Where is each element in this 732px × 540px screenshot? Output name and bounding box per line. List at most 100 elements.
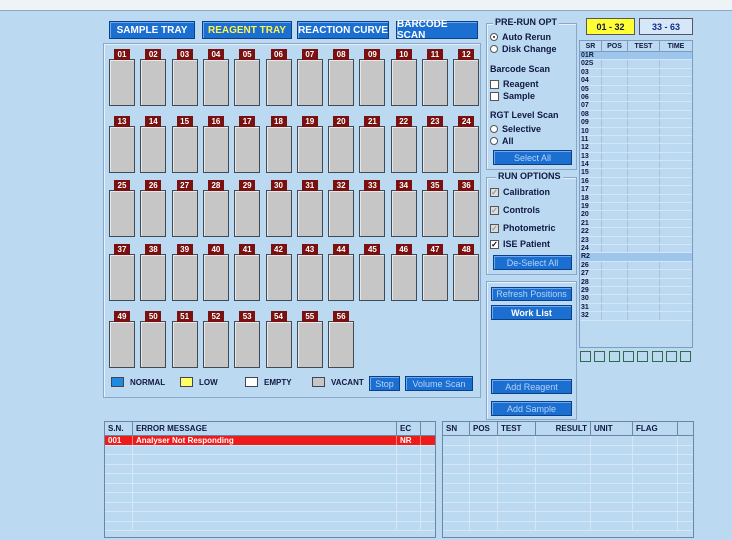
- reagent-bottle[interactable]: [422, 126, 448, 173]
- reagent-bottle[interactable]: [109, 126, 135, 173]
- reagent-bottle[interactable]: [453, 126, 480, 173]
- reagent-bottle[interactable]: [265, 126, 292, 173]
- sample-position-row[interactable]: 29: [580, 286, 692, 296]
- sample-position-row[interactable]: 03: [580, 68, 692, 78]
- reagent-bottle[interactable]: [265, 321, 292, 368]
- error-row[interactable]: 001 Analyser Not Responding NR: [105, 436, 435, 446]
- sample-position-row[interactable]: R2: [580, 253, 692, 262]
- calibration-option[interactable]: ✓ Calibration: [490, 187, 550, 197]
- reagent-bottle[interactable]: [202, 190, 229, 237]
- reagent-bottle[interactable]: [265, 254, 292, 301]
- sample-position-row[interactable]: 27: [580, 270, 692, 279]
- sample-position-row[interactable]: 13: [580, 152, 692, 162]
- reagent-bottle[interactable]: [328, 254, 355, 301]
- result-row[interactable]: [443, 483, 693, 493]
- error-row[interactable]: [105, 445, 435, 455]
- all-radio[interactable]: [490, 137, 498, 145]
- reagent-bottle[interactable]: [328, 59, 355, 106]
- sample-position-row[interactable]: 19: [580, 203, 692, 212]
- volume-scan-button[interactable]: Volume Scan: [405, 376, 473, 391]
- reagent-bottle[interactable]: [171, 59, 198, 106]
- range-tab-33-63[interactable]: 33 - 63: [639, 18, 693, 35]
- range-tab-01-32[interactable]: 01 - 32: [586, 18, 635, 35]
- sample-position-row[interactable]: 24: [580, 244, 692, 254]
- sample-position-row[interactable]: 01R: [580, 52, 692, 61]
- reagent-bottle[interactable]: [296, 254, 323, 301]
- reagent-bottle[interactable]: [453, 59, 480, 106]
- sample-position-row[interactable]: 21: [580, 219, 692, 229]
- reagent-bottle[interactable]: [234, 190, 261, 237]
- sample-position-row[interactable]: 20: [580, 211, 692, 220]
- sample-position-row[interactable]: 09: [580, 119, 692, 128]
- reagent-bottle[interactable]: [140, 254, 167, 301]
- reagent-bottle[interactable]: [202, 59, 229, 106]
- reagent-bottle[interactable]: [140, 190, 167, 237]
- reagent-bottle[interactable]: [359, 190, 386, 237]
- reagent-barcode-checkbox[interactable]: [490, 79, 499, 89]
- result-row[interactable]: [443, 445, 693, 455]
- result-row[interactable]: [443, 502, 693, 512]
- result-row[interactable]: [443, 436, 693, 446]
- error-row[interactable]: [105, 493, 435, 503]
- add-reagent-button[interactable]: Add Reagent: [491, 379, 572, 394]
- reagent-bottle[interactable]: [296, 59, 323, 106]
- sample-position-row[interactable]: 30: [580, 295, 692, 304]
- sample-position-row[interactable]: 22: [580, 228, 692, 237]
- reagent-bottle[interactable]: [296, 321, 323, 368]
- error-row[interactable]: [105, 512, 435, 522]
- selective-option[interactable]: Selective: [490, 124, 541, 134]
- work-list-button[interactable]: Work List: [491, 305, 572, 320]
- sample-position-row[interactable]: 11: [580, 135, 692, 145]
- ise-patient-checkbox[interactable]: ✓: [490, 239, 499, 249]
- reagent-bottle[interactable]: [234, 254, 261, 301]
- sample-position-row[interactable]: 28: [580, 278, 692, 287]
- reagent-bottle[interactable]: [422, 59, 448, 106]
- reagent-bottle[interactable]: [171, 254, 198, 301]
- reagent-barcode-option[interactable]: Reagent: [490, 79, 539, 89]
- result-row[interactable]: [443, 512, 693, 522]
- photometric-checkbox[interactable]: ✓: [490, 223, 499, 233]
- all-option[interactable]: All: [490, 136, 514, 146]
- reagent-bottle[interactable]: [171, 126, 198, 173]
- sample-barcode-option[interactable]: Sample: [490, 91, 535, 101]
- add-sample-button[interactable]: Add Sample: [491, 401, 572, 416]
- result-row[interactable]: [443, 521, 693, 531]
- reagent-bottle[interactable]: [328, 126, 355, 173]
- reagent-bottle[interactable]: [359, 126, 386, 173]
- sample-barcode-checkbox[interactable]: [490, 91, 499, 101]
- sample-position-row[interactable]: 14: [580, 161, 692, 170]
- sample-position-row[interactable]: 08: [580, 110, 692, 120]
- sample-position-row[interactable]: 26: [580, 261, 692, 271]
- error-row[interactable]: [105, 502, 435, 512]
- sample-position-row[interactable]: 10: [580, 127, 692, 136]
- error-row[interactable]: [105, 455, 435, 465]
- sample-position-row[interactable]: 16: [580, 177, 692, 187]
- reagent-bottle[interactable]: [234, 59, 261, 106]
- reagent-bottle[interactable]: [359, 254, 386, 301]
- disk-change-option[interactable]: Disk Change: [490, 44, 557, 54]
- reagent-bottle[interactable]: [234, 321, 261, 368]
- reagent-bottle[interactable]: [202, 321, 229, 368]
- photometric-option[interactable]: ✓ Photometric: [490, 223, 556, 233]
- controls-checkbox[interactable]: ✓: [490, 205, 499, 215]
- reagent-bottle[interactable]: [296, 190, 323, 237]
- reagent-bottle[interactable]: [296, 126, 323, 173]
- refresh-positions-button[interactable]: Refresh Positions: [491, 287, 572, 301]
- reagent-bottle[interactable]: [265, 59, 292, 106]
- reagent-bottle[interactable]: [328, 321, 355, 368]
- reagent-bottle[interactable]: [140, 59, 167, 106]
- deselect-all-button[interactable]: De-Select All: [493, 255, 572, 270]
- sample-position-row[interactable]: 15: [580, 169, 692, 178]
- reagent-bottle[interactable]: [422, 254, 448, 301]
- sample-position-row[interactable]: 04: [580, 77, 692, 86]
- sample-position-row[interactable]: 17: [580, 186, 692, 195]
- stop-button[interactable]: Stop: [369, 376, 400, 391]
- reagent-bottle[interactable]: [109, 321, 135, 368]
- error-row[interactable]: [105, 464, 435, 474]
- reagent-bottle[interactable]: [390, 59, 417, 106]
- result-row[interactable]: [443, 474, 693, 484]
- reagent-bottle[interactable]: [171, 190, 198, 237]
- disk-change-radio[interactable]: [490, 45, 498, 53]
- sample-position-row[interactable]: 06: [580, 93, 692, 103]
- reagent-bottle[interactable]: [109, 190, 135, 237]
